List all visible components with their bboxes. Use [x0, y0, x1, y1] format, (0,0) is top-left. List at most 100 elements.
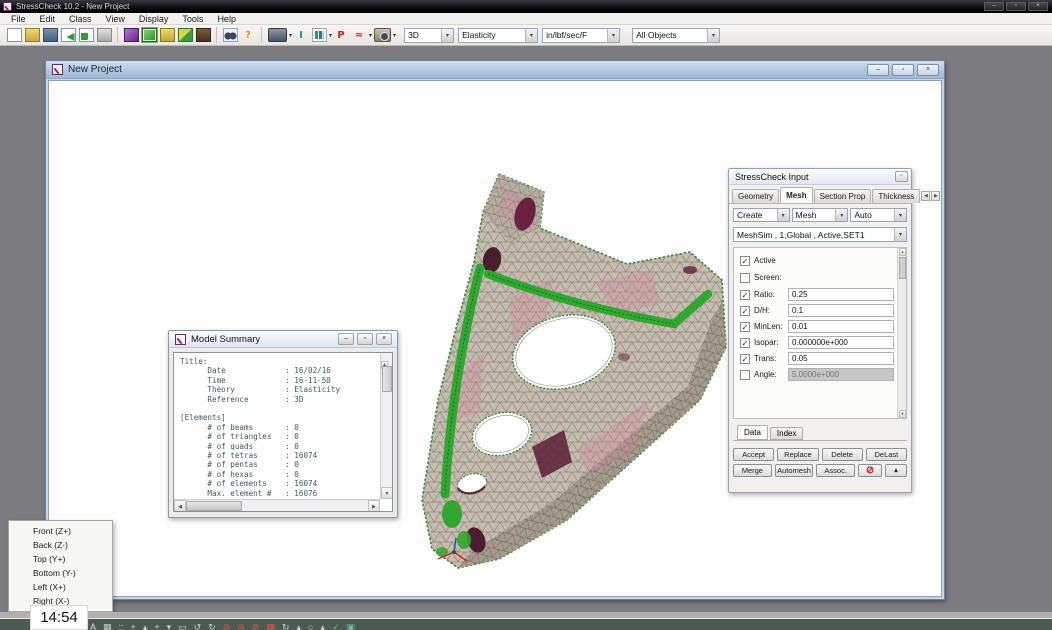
menu-help[interactable]: Help [210, 13, 243, 25]
menu-tools[interactable]: Tools [175, 13, 210, 25]
param-input[interactable]: 0.05 [788, 352, 894, 365]
collapse-icon[interactable]: ▴ [885, 464, 907, 477]
scroll-thumb[interactable] [186, 501, 242, 511]
redo-view-icon[interactable]: ↻ [208, 621, 216, 630]
checkbox-checked-icon[interactable]: ✓ [740, 338, 750, 348]
view-menu-item-back[interactable]: Back (Z-) [9, 538, 112, 552]
menu-display[interactable]: Display [132, 13, 176, 25]
print-icon[interactable] [97, 28, 112, 42]
rotate-view-icon[interactable]: ↻ [282, 621, 290, 630]
group-scrollbar[interactable]: ▲▼ [897, 248, 906, 418]
view-menu-item-front[interactable]: Front (Z+) [9, 524, 112, 538]
plot-chart-icon[interactable] [312, 28, 327, 42]
grid-toggle-icon[interactable]: ▦ [103, 621, 112, 630]
checkbox-checked-icon[interactable]: ✓ [740, 354, 750, 364]
scroll-down-icon[interactable]: ▼ [899, 410, 906, 418]
scroll-up-icon[interactable]: ▲ [899, 248, 906, 256]
summary-minimize-button[interactable]: – [338, 333, 354, 345]
project-window-title-bar[interactable]: New Project – ▫ × [46, 61, 944, 79]
new-document-icon[interactable] [7, 28, 22, 42]
dimension-combo[interactable]: 3D▾ [404, 28, 454, 43]
scroll-thumb[interactable] [382, 366, 392, 392]
param-input[interactable]: 0.000000e+000 [788, 336, 894, 349]
constraint-objects-icon[interactable] [178, 28, 193, 42]
view-menu-item-left[interactable]: Left (X+) [9, 580, 112, 594]
tab-index[interactable]: Index [770, 427, 804, 440]
units-combo[interactable]: in/lbf/sec/F▾ [542, 28, 620, 43]
mesh-objects-icon[interactable] [142, 28, 157, 42]
object-dropdown[interactable]: Mesh▾ [792, 208, 849, 222]
display-options-icon[interactable] [268, 28, 287, 42]
model-viewport[interactable] [392, 152, 732, 572]
chevron-down-icon[interactable]: ▾ [607, 29, 619, 42]
material-library-icon[interactable] [196, 28, 211, 42]
import-model-icon[interactable] [61, 28, 76, 42]
load-objects-icon[interactable] [160, 28, 175, 42]
zoom-up-icon[interactable]: ▴ [296, 621, 301, 630]
export-model-icon[interactable] [79, 28, 94, 42]
geometry-objects-icon[interactable] [124, 28, 139, 42]
add-point-icon[interactable]: + [154, 621, 159, 630]
orbit-icon[interactable]: ○ [308, 621, 313, 630]
summary-close-button[interactable]: × [376, 333, 392, 345]
chevron-down-icon[interactable]: ▾ [894, 228, 906, 241]
checkbox-checked-icon[interactable]: ✓ [740, 256, 750, 266]
app-restore-button[interactable]: ▫ [1006, 2, 1026, 11]
chevron-down-icon[interactable]: ▾ [393, 32, 396, 39]
input-panel-title-bar[interactable]: StressCheck Input ▫ [729, 169, 911, 185]
summary-vertical-scrollbar[interactable]: ▲ ▼ [380, 353, 392, 499]
tab-prev-icon[interactable]: ◀ [921, 191, 930, 201]
chevron-down-icon[interactable]: ▾ [525, 29, 537, 42]
param-input[interactable]: 5.0000e+000 [788, 368, 894, 381]
accept-check-icon[interactable]: ✓ [332, 621, 340, 630]
project-minimize-button[interactable]: – [867, 64, 889, 76]
tab-next-icon[interactable]: ▶ [931, 191, 940, 201]
chevron-down-icon[interactable]: ▾ [707, 29, 719, 42]
block-b-icon[interactable]: ⊘ [237, 621, 245, 630]
project-restore-button[interactable]: ▫ [892, 64, 914, 76]
checkbox-checked-icon[interactable]: ✓ [740, 290, 750, 300]
tab-geometry[interactable]: Geometry [732, 189, 779, 203]
open-file-icon[interactable] [25, 28, 40, 42]
pan-up-icon[interactable]: ▴ [320, 621, 325, 630]
menu-file[interactable]: File [4, 13, 33, 25]
param-input[interactable]: 0.25 [788, 288, 894, 301]
points-dots-icon[interactable]: :: [119, 621, 124, 630]
theory-combo[interactable]: Elasticity▾ [458, 28, 538, 43]
block-a-icon[interactable]: ⊘ [223, 621, 231, 630]
menu-class[interactable]: Class [62, 13, 99, 25]
menu-edit[interactable]: Edit [33, 13, 63, 25]
snapshot-camera-icon[interactable] [374, 28, 391, 42]
app-minimize-button[interactable]: – [984, 2, 1004, 11]
chevron-down-icon[interactable]: ▾ [369, 32, 372, 39]
points-toggle-icon[interactable]: P [334, 28, 349, 42]
move-up-icon[interactable]: ▴ [143, 621, 148, 630]
chevron-down-icon[interactable]: ▾ [289, 32, 292, 39]
block-c-icon[interactable]: ⊘ [252, 621, 260, 630]
checkbox-unchecked-icon[interactable] [740, 370, 750, 380]
accept-button[interactable]: Accept [733, 448, 774, 461]
tab-section-prop[interactable]: Section Prop [814, 189, 872, 203]
param-input[interactable]: 0.1 [788, 304, 894, 317]
add-node-icon[interactable]: + [131, 621, 136, 630]
object-filter-combo[interactable]: All Objects▾ [632, 28, 720, 43]
checkbox-checked-icon[interactable]: ✓ [740, 306, 750, 316]
checkbox-unchecked-icon[interactable] [740, 273, 750, 283]
chevron-down-icon[interactable]: ▾ [894, 209, 906, 221]
merge-button[interactable]: Merge [733, 464, 772, 477]
save-file-icon[interactable] [43, 28, 58, 42]
checkbox-checked-icon[interactable]: ✓ [740, 322, 750, 332]
assoc-button[interactable]: Assoc. [816, 464, 855, 477]
annotation-text-icon[interactable]: A [90, 621, 96, 630]
panel-options-button[interactable]: ▫ [895, 171, 908, 182]
move-down-icon[interactable]: ▾ [167, 621, 172, 630]
menu-view[interactable]: View [99, 13, 132, 25]
red-grid-icon[interactable]: ▦ [266, 621, 275, 630]
chevron-down-icon[interactable]: ▾ [777, 209, 789, 221]
chevron-down-icon[interactable]: ▾ [835, 209, 847, 221]
delast-button[interactable]: DeLast [866, 448, 907, 461]
tab-thickness[interactable]: Thickness [872, 189, 920, 203]
viewport-box-icon[interactable]: ▣ [347, 621, 356, 630]
app-close-button[interactable]: × [1028, 2, 1048, 11]
param-input[interactable]: 0.01 [788, 320, 894, 333]
